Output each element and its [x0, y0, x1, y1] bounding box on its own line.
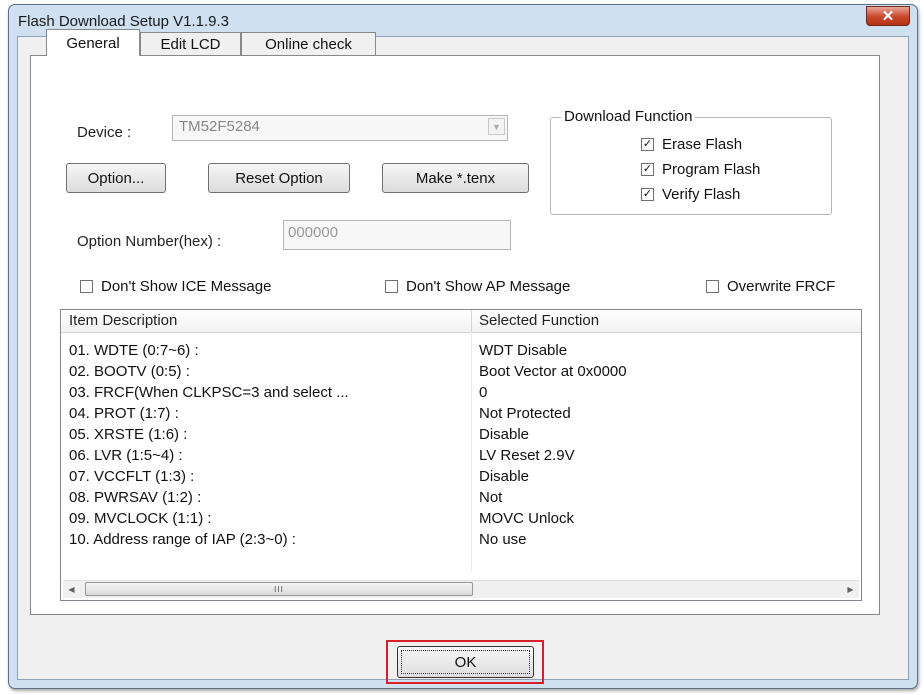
dont-show-ice-checkbox[interactable]: Don't Show ICE Message: [80, 278, 271, 295]
download-function-title: Download Function: [561, 108, 696, 125]
table-row[interactable]: 08. PWRSAV (1:2) : Not: [61, 488, 861, 509]
device-value: TM52F5284: [179, 118, 260, 135]
checkmark-icon: ✓: [641, 163, 654, 176]
table-row[interactable]: 04. PROT (1:7) : Not Protected: [61, 404, 861, 425]
column-divider[interactable]: [471, 310, 472, 332]
checkbox-icon: [385, 280, 398, 293]
scrollbar-thumb[interactable]: III: [85, 582, 473, 596]
close-button[interactable]: ✕: [866, 6, 910, 26]
table-row[interactable]: 03. FRCF(When CLKPSC=3 and select ... 0: [61, 383, 861, 404]
scroll-right-icon[interactable]: ▶: [842, 581, 859, 598]
checkbox-icon: [80, 280, 93, 293]
erase-flash-checkbox[interactable]: ✓ Erase Flash: [641, 136, 742, 153]
checkmark-icon: ✓: [641, 138, 654, 151]
horizontal-scrollbar[interactable]: ◀ III ▶: [63, 580, 859, 598]
ok-button[interactable]: OK: [397, 646, 534, 678]
close-icon: ✕: [881, 8, 895, 25]
chevron-down-icon[interactable]: ▼: [488, 118, 505, 135]
program-flash-checkbox[interactable]: ✓ Program Flash: [641, 161, 760, 178]
table-row[interactable]: 10. Address range of IAP (2:3~0) : No use: [61, 530, 861, 551]
list-header: Item Description Selected Function: [61, 310, 861, 333]
dont-show-ap-checkbox[interactable]: Don't Show AP Message: [385, 278, 570, 295]
tab-online-check[interactable]: Online check: [241, 32, 376, 56]
reset-option-button[interactable]: Reset Option: [208, 163, 350, 193]
table-row[interactable]: 05. XRSTE (1:6) : Disable: [61, 425, 861, 446]
window-title: Flash Download Setup V1.1.9.3: [18, 13, 229, 30]
column-header-item-description[interactable]: Item Description: [69, 312, 177, 329]
tab-edit-lcd[interactable]: Edit LCD: [140, 32, 241, 56]
option-list[interactable]: Item Description Selected Function 01. W…: [60, 309, 862, 601]
grip-icon: III: [274, 584, 284, 594]
device-combobox[interactable]: TM52F5284 ▼: [172, 115, 508, 141]
checkbox-icon: [706, 280, 719, 293]
table-row[interactable]: 01. WDTE (0:7~6) : WDT Disable: [61, 341, 861, 362]
option-number-field[interactable]: 000000: [283, 220, 511, 250]
overwrite-frcf-checkbox[interactable]: Overwrite FRCF: [706, 278, 835, 295]
title-bar[interactable]: Flash Download Setup V1.1.9.3 ✕: [9, 5, 917, 35]
option-number-label: Option Number(hex) :: [77, 233, 222, 250]
table-row[interactable]: 02. BOOTV (0:5) : Boot Vector at 0x0000: [61, 362, 861, 383]
focus-rectangle: [401, 650, 530, 674]
table-row[interactable]: 06. LVR (1:5~4) : LV Reset 2.9V: [61, 446, 861, 467]
checkmark-icon: ✓: [641, 188, 654, 201]
download-function-group: Download Function ✓ Erase Flash ✓ Program …: [550, 108, 832, 215]
table-row[interactable]: 07. VCCFLT (1:3) : Disable: [61, 467, 861, 488]
column-header-selected-function[interactable]: Selected Function: [479, 312, 599, 329]
device-label: Device :: [77, 124, 132, 141]
option-button[interactable]: Option...: [66, 163, 166, 193]
scroll-left-icon[interactable]: ◀: [63, 581, 80, 598]
make-tenx-button[interactable]: Make *.tenx: [382, 163, 529, 193]
tab-general[interactable]: General: [46, 29, 140, 56]
table-row[interactable]: 09. MVCLOCK (1:1) : MOVC Unlock: [61, 509, 861, 530]
verify-flash-checkbox[interactable]: ✓ Verify Flash: [641, 186, 740, 203]
